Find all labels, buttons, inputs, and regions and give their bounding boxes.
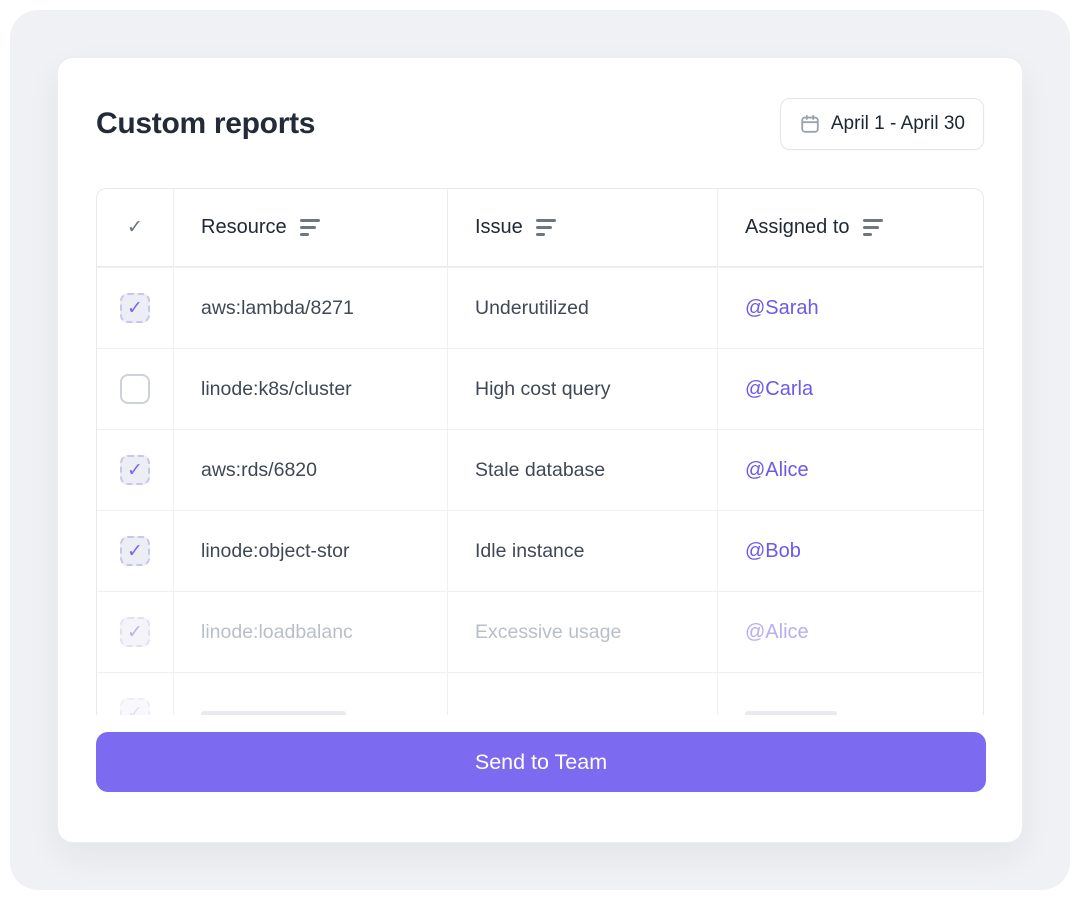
table-header-row: ✓ Resource Issue Assigned to [97,189,983,267]
sort-icon[interactable] [535,219,556,236]
check-icon: ✓ [127,702,143,716]
table-row: linode:k8s/cluster High cost query @Carl… [97,348,983,429]
check-icon: ✓ [127,621,143,643]
check-icon: ✓ [127,540,143,562]
assignee-link[interactable]: @Sarah [745,297,819,320]
sort-icon[interactable] [299,219,320,236]
reports-table: ✓ Resource Issue Assigned to ✓ aws:lambd… [96,188,984,715]
header-resource-column[interactable]: Resource [173,189,447,266]
resource-cell: linode:object-stor [201,539,350,562]
clipped-text-remnant [745,710,837,715]
clipped-text-remnant [201,710,346,715]
issue-cell: High cost query [475,377,611,400]
row-checkbox-checked[interactable]: ✓ [120,293,150,323]
row-checkbox-checked[interactable]: ✓ [120,455,150,485]
table-row: ✓ linode:object-stor Idle instance @Bob [97,510,983,591]
assignee-link[interactable]: @Alice [745,459,809,482]
row-checkbox-unchecked[interactable] [120,374,150,404]
table-row: ✓ aws:lambda/8271 Underutilized @Sarah [97,267,983,348]
assignee-link[interactable]: @Alice [745,621,809,644]
assigned-column-label: Assigned to [745,216,850,238]
resource-cell: aws:lambda/8271 [201,296,354,319]
custom-reports-card: Custom reports April 1 - April 30 ✓ Reso… [57,57,1023,843]
header-assigned-column[interactable]: Assigned to [717,189,983,266]
check-icon: ✓ [127,459,143,481]
issue-cell: Underutilized [475,296,589,319]
table-row-clipped: ✓ [97,672,983,715]
resource-cell: linode:k8s/cluster [201,377,352,400]
issue-cell: Idle instance [475,539,585,562]
resource-column-label: Resource [201,216,287,238]
check-icon: ✓ [127,297,143,319]
header-select-column: ✓ [97,189,173,266]
row-checkbox-checked[interactable]: ✓ [120,536,150,566]
header-issue-column[interactable]: Issue [447,189,717,266]
table-row: ✓ aws:rds/6820 Stale database @Alice [97,429,983,510]
issue-cell: Stale database [475,458,606,481]
issue-cell: Excessive usage [475,620,622,643]
page-background: Custom reports April 1 - April 30 ✓ Reso… [10,10,1070,890]
table-row-faded: ✓ linode:loadbalanc Excessive usage @Ali… [97,591,983,672]
check-icon: ✓ [127,217,143,238]
row-checkbox-checked[interactable]: ✓ [120,617,150,647]
assignee-link[interactable]: @Bob [745,540,801,563]
issue-column-label: Issue [475,216,523,238]
page-title: Custom reports [96,107,316,140]
date-range-button[interactable]: April 1 - April 30 [779,98,984,150]
assignee-link[interactable]: @Carla [745,378,813,401]
resource-cell: aws:rds/6820 [201,458,317,481]
sort-icon[interactable] [862,219,883,236]
send-to-team-button[interactable]: Send to Team [96,732,986,792]
row-checkbox-remnant: ✓ [120,698,150,715]
card-header: Custom reports April 1 - April 30 [96,98,984,150]
resource-cell: linode:loadbalanc [201,620,353,643]
calendar-icon [799,113,821,135]
date-range-label: April 1 - April 30 [830,113,965,134]
